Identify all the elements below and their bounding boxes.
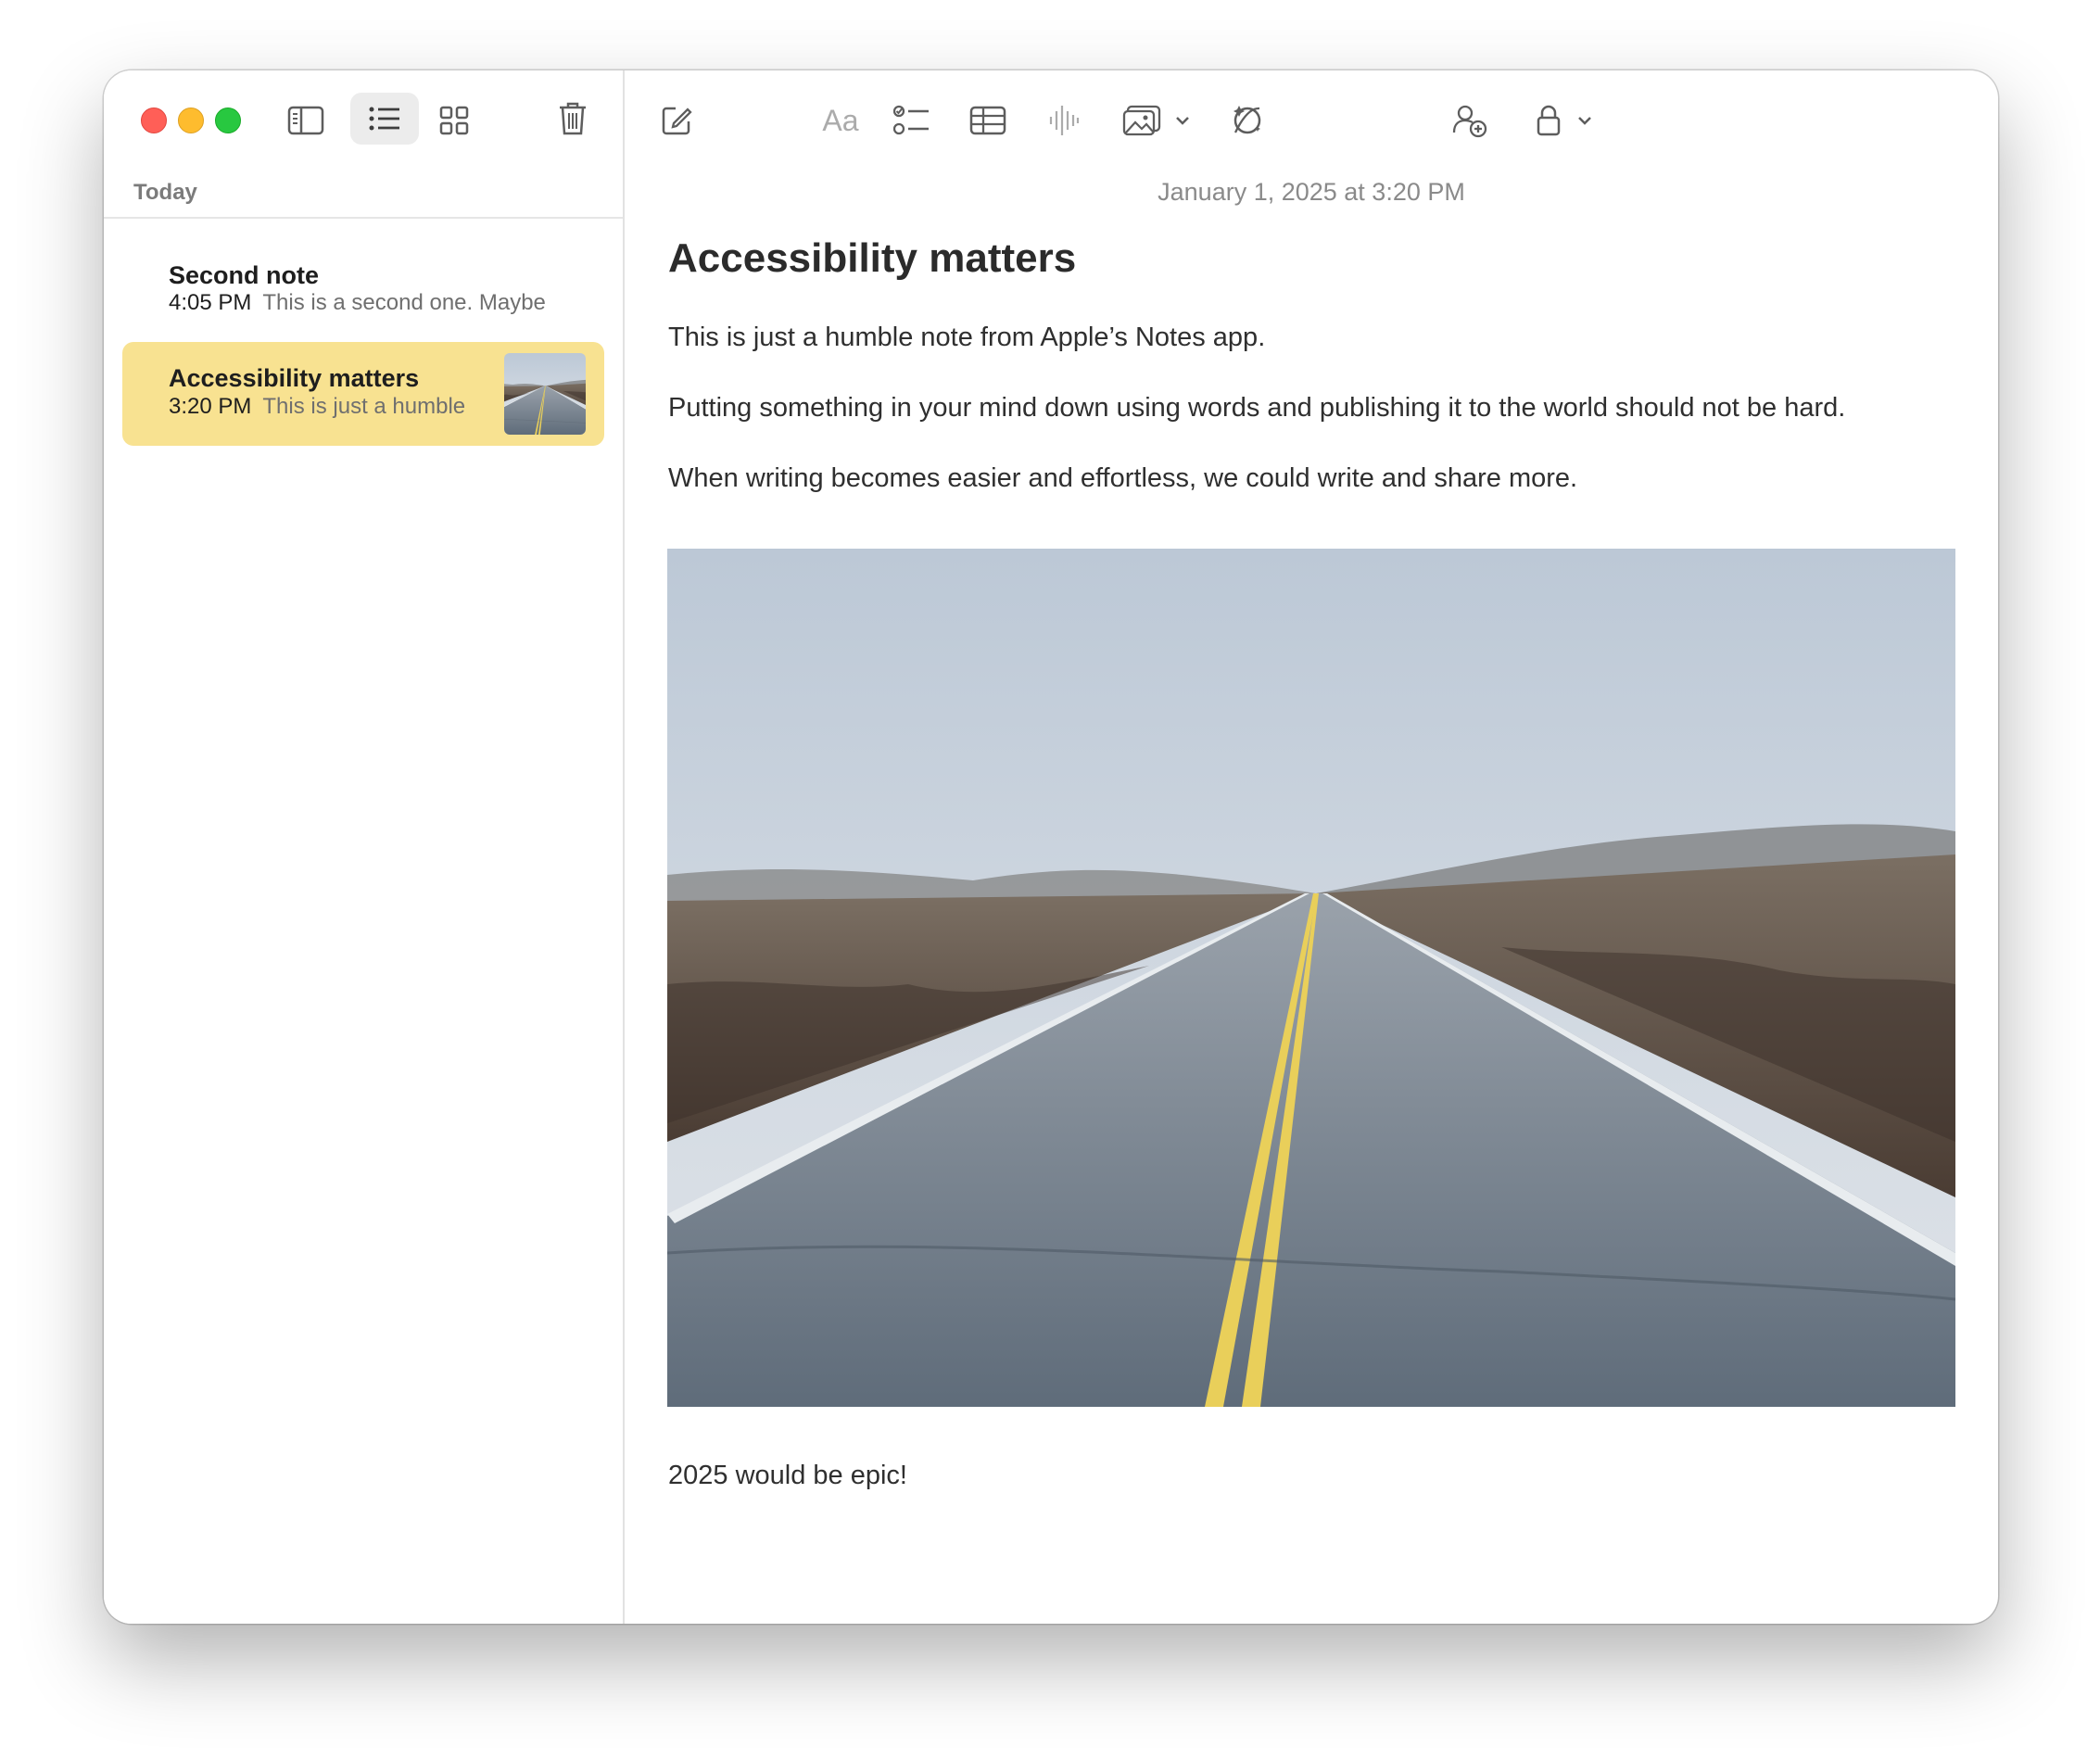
note-list-preview: This is a second one. Maybe bbox=[262, 290, 546, 315]
note-paragraph[interactable]: 2025 would be epic! bbox=[668, 1461, 907, 1491]
table-icon[interactable] bbox=[962, 95, 1014, 146]
note-list-item[interactable]: Second note 4:05 PM This is a second one.… bbox=[122, 247, 604, 348]
note-list-meta: 3:20 PM This is just a humble bbox=[169, 394, 465, 420]
note-list-time: 4:05 PM bbox=[169, 290, 252, 315]
trash-icon[interactable] bbox=[547, 93, 599, 145]
checklist-icon[interactable] bbox=[886, 95, 938, 146]
note-paragraph[interactable]: When writing becomes easier and effortle… bbox=[668, 463, 1577, 494]
lock-icon[interactable] bbox=[1525, 95, 1572, 146]
note-paragraph[interactable]: This is just a humble note from Apple’s … bbox=[668, 323, 1265, 353]
compose-icon[interactable] bbox=[651, 95, 702, 146]
audio-icon[interactable] bbox=[1038, 95, 1090, 146]
section-divider bbox=[104, 217, 623, 219]
writing-tools-icon[interactable] bbox=[1221, 95, 1273, 146]
list-view-icon[interactable] bbox=[350, 93, 419, 145]
format-icon[interactable]: Aa bbox=[810, 95, 871, 146]
minimize-button[interactable] bbox=[178, 108, 204, 133]
media-icon[interactable] bbox=[1116, 95, 1168, 146]
note-paragraph[interactable]: Putting something in your mind down usin… bbox=[668, 393, 1845, 424]
section-header: Today bbox=[133, 180, 197, 205]
chevron-down-icon[interactable] bbox=[1166, 95, 1199, 146]
note-list-meta: 4:05 PM This is a second one. Maybe bbox=[169, 290, 546, 316]
note-list-item-selected[interactable]: Accessibility matters 3:20 PM This is jus… bbox=[122, 342, 604, 446]
note-list-preview: This is just a humble bbox=[262, 394, 466, 419]
close-button[interactable] bbox=[141, 108, 167, 133]
gallery-view-icon[interactable] bbox=[428, 95, 480, 146]
note-image[interactable] bbox=[667, 549, 1955, 1407]
sidebar: Today Second note 4:05 PM This is a secon… bbox=[104, 70, 625, 1624]
note-thumbnail bbox=[504, 353, 586, 435]
maximize-button[interactable] bbox=[215, 108, 241, 133]
note-title[interactable]: Accessibility matters bbox=[668, 235, 1076, 282]
note-list-title: Second note bbox=[169, 261, 320, 289]
sidebar-toggle-icon[interactable] bbox=[280, 95, 332, 146]
chevron-down-icon[interactable] bbox=[1568, 95, 1601, 146]
notes-window: Today Second note 4:05 PM This is a secon… bbox=[104, 70, 1998, 1624]
note-list-time: 3:20 PM bbox=[169, 394, 252, 419]
note-date: January 1, 2025 at 3:20 PM bbox=[1158, 178, 1465, 206]
collaborate-icon[interactable] bbox=[1444, 95, 1496, 146]
note-list-title: Accessibility matters bbox=[169, 364, 420, 392]
